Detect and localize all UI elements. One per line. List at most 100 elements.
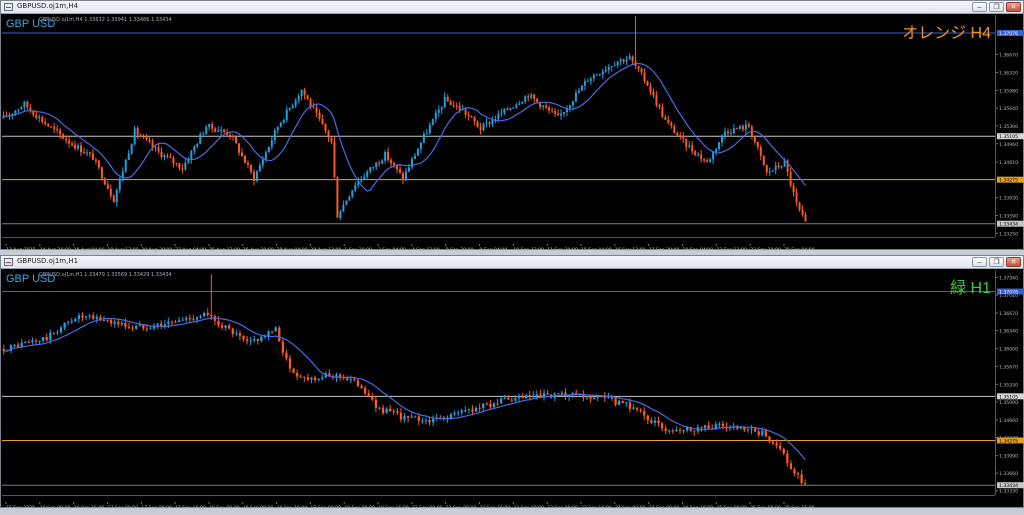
candle xyxy=(313,375,317,383)
candle xyxy=(592,396,596,400)
candle xyxy=(366,169,369,179)
candle xyxy=(545,101,548,110)
candle xyxy=(582,390,585,402)
candle xyxy=(509,107,512,111)
candle xyxy=(315,103,318,118)
candle xyxy=(369,166,372,174)
time-tick-label: 10 Sep 12:00 xyxy=(513,247,544,253)
candle xyxy=(74,140,77,151)
candle xyxy=(741,124,744,132)
candle xyxy=(510,397,513,403)
time-tick-label: 19 Sep 04:00 xyxy=(682,247,713,253)
candle xyxy=(375,161,378,171)
candle xyxy=(74,317,77,323)
candle xyxy=(130,143,133,155)
close-button[interactable]: ✕ xyxy=(1006,2,1021,12)
price-axis[interactable]: 1.36670 1.36320 1.35980 1.35640 1.35300 1.349… xyxy=(995,15,1024,237)
candle xyxy=(646,414,649,425)
candle xyxy=(421,417,424,424)
price-chart-area[interactable] xyxy=(2,270,995,495)
candle xyxy=(724,127,727,140)
candle xyxy=(470,115,473,118)
candle xyxy=(11,113,14,120)
candle xyxy=(181,317,184,321)
time-tick-label: 26 Aug 20:00 xyxy=(243,247,274,253)
candle xyxy=(524,393,528,399)
candle xyxy=(592,72,595,82)
candle xyxy=(363,173,366,181)
candle xyxy=(685,138,688,152)
candle xyxy=(106,319,109,323)
time-tick-label: 17 Sep 00:00 xyxy=(107,505,138,511)
chart-window-h4[interactable]: GBPUSD.oj1m,H4 ‒ ❐ ✕ GBPUSD.oj1m,H4 1.33… xyxy=(0,0,1024,253)
symbol-label: GBP USD xyxy=(6,18,56,30)
candle xyxy=(503,394,506,400)
candle xyxy=(351,189,354,199)
price-tick-label: 1.35000 xyxy=(999,400,1018,406)
window-titlebar[interactable]: GBPUSD.oj1m,H4 ‒ ❐ ✕ xyxy=(1,1,1023,14)
price-axis[interactable]: 1.37340 1.37010 1.36670 1.36340 1.36000 1.356… xyxy=(995,270,1024,495)
time-axis[interactable]: 16 Sep 2025 16 Sep 08:00 16 Sep 16:00 17 Se… xyxy=(2,495,995,511)
price-tick-label: 1.33250 xyxy=(999,231,1018,237)
candle xyxy=(634,16,637,70)
candle xyxy=(491,116,494,127)
restore-button[interactable]: ❐ xyxy=(989,257,1004,267)
candle xyxy=(598,73,601,77)
time-tick-label: 17 Sep 20:00 xyxy=(649,247,680,253)
time-tick-label: 23 Sep 00:00 xyxy=(513,505,544,511)
candle xyxy=(789,460,793,470)
candle xyxy=(163,320,166,329)
candle xyxy=(258,162,261,172)
candle xyxy=(632,404,635,410)
candle xyxy=(190,149,193,164)
time-axis[interactable]: 13 Aug 2025 14 Aug 20:00 18 Aug 04:00 19 Au… xyxy=(2,237,995,253)
time-tick-label: 22 Sep 08:00 xyxy=(446,505,477,511)
candle xyxy=(655,91,658,108)
candle xyxy=(396,164,399,174)
candle xyxy=(103,177,106,186)
candle xyxy=(63,322,66,331)
candle xyxy=(396,407,399,416)
candle xyxy=(793,467,796,477)
candle xyxy=(756,141,759,150)
candle xyxy=(94,157,97,165)
time-tick-label: 19 Aug 12:00 xyxy=(107,247,138,253)
chart-window-h1[interactable]: GBPUSD.oj1m,H1 ‒ ❐ ✕ GBPUSD.oj1m,H1 1.33… xyxy=(0,255,1024,511)
price-tick-label: 1.35670 xyxy=(999,364,1018,370)
window-titlebar[interactable]: GBPUSD.oj1m,H1 ‒ ❐ ✕ xyxy=(1,256,1023,269)
candle xyxy=(428,122,431,135)
candle xyxy=(557,109,560,116)
candle xyxy=(184,158,187,171)
minimize-button[interactable]: ‒ xyxy=(972,2,987,12)
candle xyxy=(192,314,195,322)
candle xyxy=(452,100,455,108)
candle xyxy=(330,137,333,145)
candle xyxy=(449,99,452,106)
candle xyxy=(431,118,434,126)
candle xyxy=(178,162,181,171)
close-button[interactable]: ✕ xyxy=(1006,257,1021,267)
candle xyxy=(542,389,546,401)
price-tag-label: 1.34275 xyxy=(999,178,1018,184)
price-chart-area[interactable] xyxy=(2,15,995,237)
candle xyxy=(296,369,299,381)
candle xyxy=(473,116,476,126)
candle xyxy=(478,403,481,413)
candle xyxy=(682,429,685,434)
candle xyxy=(595,73,598,76)
minimize-button[interactable]: ‒ xyxy=(972,257,987,267)
candle xyxy=(500,108,503,118)
candle xyxy=(707,421,710,429)
candle xyxy=(732,124,735,135)
candle xyxy=(208,123,211,131)
candle xyxy=(185,315,188,323)
candle xyxy=(757,429,760,438)
candle xyxy=(348,195,351,201)
candle xyxy=(574,89,577,104)
candle xyxy=(385,407,388,414)
candle xyxy=(437,105,440,118)
candle xyxy=(440,106,443,115)
moving-average-line xyxy=(3,317,806,461)
restore-button[interactable]: ❐ xyxy=(989,2,1004,12)
moving-average-line xyxy=(3,62,806,192)
